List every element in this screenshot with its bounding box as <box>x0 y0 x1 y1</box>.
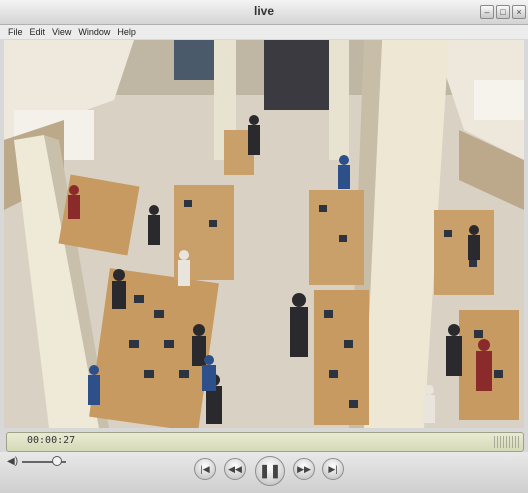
minimize-icon: – <box>484 7 490 17</box>
fast-forward-button[interactable]: ▶▶ <box>293 458 315 480</box>
volume-icon[interactable]: ◀) <box>7 456 18 467</box>
skip-back-button[interactable]: |◀ <box>194 458 216 480</box>
rewind-icon: ◀◀ <box>228 463 242 474</box>
menu-edit[interactable]: Edit <box>30 25 46 39</box>
menu-view[interactable]: View <box>52 25 71 39</box>
rewind-button[interactable]: ◀◀ <box>224 458 246 480</box>
close-icon: × <box>516 7 522 17</box>
close-button[interactable]: × <box>512 5 526 19</box>
menu-help[interactable]: Help <box>117 25 136 39</box>
skip-back-icon: |◀ <box>200 463 210 474</box>
fast-forward-icon: ▶▶ <box>297 463 311 474</box>
minimize-button[interactable]: – <box>480 5 494 19</box>
menu-bar: File Edit View Window Help <box>0 25 528 39</box>
timecode: 00:00:27 <box>27 435 76 446</box>
pause-icon: ❚❚ <box>259 463 281 478</box>
video-scene <box>4 40 524 428</box>
time-display: 00:00:27 <box>6 432 524 452</box>
title-bar: live – □ × <box>0 0 528 25</box>
skip-forward-icon: ▶| <box>328 463 338 474</box>
menu-file[interactable]: File <box>8 25 23 39</box>
window-title: live <box>253 4 274 18</box>
menu-window[interactable]: Window <box>78 25 110 39</box>
skip-forward-button[interactable]: ▶| <box>322 458 344 480</box>
maximize-icon: □ <box>500 7 506 17</box>
volume-slider-knob[interactable] <box>52 456 62 466</box>
resize-grip-icon[interactable] <box>494 436 520 448</box>
video-frame[interactable] <box>4 40 524 428</box>
maximize-button[interactable]: □ <box>496 5 510 19</box>
pause-button[interactable]: ❚❚ <box>255 456 285 486</box>
